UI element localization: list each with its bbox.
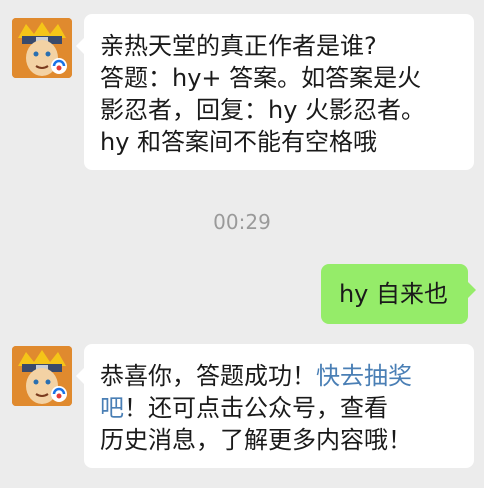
message-bubble-question[interactable]: 亲热天堂的真正作者是谁? 答题：hy+ 答案。如答案是火 影忍者，回复：hy 火…: [76, 14, 474, 170]
message-line: 影忍者，回复：hy 火影忍者。: [100, 96, 426, 124]
message-line: hy 和答案间不能有空格哦: [100, 128, 378, 156]
message-line: 亲热天堂的真正作者是谁?: [100, 32, 377, 60]
message-text: 恭喜你，答题成功！: [100, 362, 316, 390]
message-line: 恭喜你，答题成功！快去抽奖: [100, 360, 460, 392]
lottery-link[interactable]: 快去抽奖: [316, 362, 412, 390]
timestamp: 00:29: [213, 210, 271, 234]
naruto-avatar-icon: [12, 18, 72, 78]
avatar[interactable]: [12, 18, 72, 78]
message-bubble-result[interactable]: 恭喜你，答题成功！快去抽奖 吧！还可点击公众号，查看 历史消息，了解更多内容哦！: [76, 344, 474, 468]
avatar[interactable]: [12, 346, 72, 406]
message-line: 历史消息，了解更多内容哦！: [100, 426, 412, 454]
naruto-avatar-icon: [12, 346, 72, 406]
message-bubble-answer[interactable]: hy 自来也: [320, 264, 477, 324]
message-line: 吧！还可点击公众号，查看: [100, 392, 460, 424]
message-line: hy 自来也: [338, 280, 448, 308]
message-text: ！还可点击公众号，查看: [124, 394, 388, 422]
message-line: 答题：hy+ 答案。如答案是火: [100, 64, 422, 92]
lottery-link[interactable]: 吧: [100, 394, 124, 422]
